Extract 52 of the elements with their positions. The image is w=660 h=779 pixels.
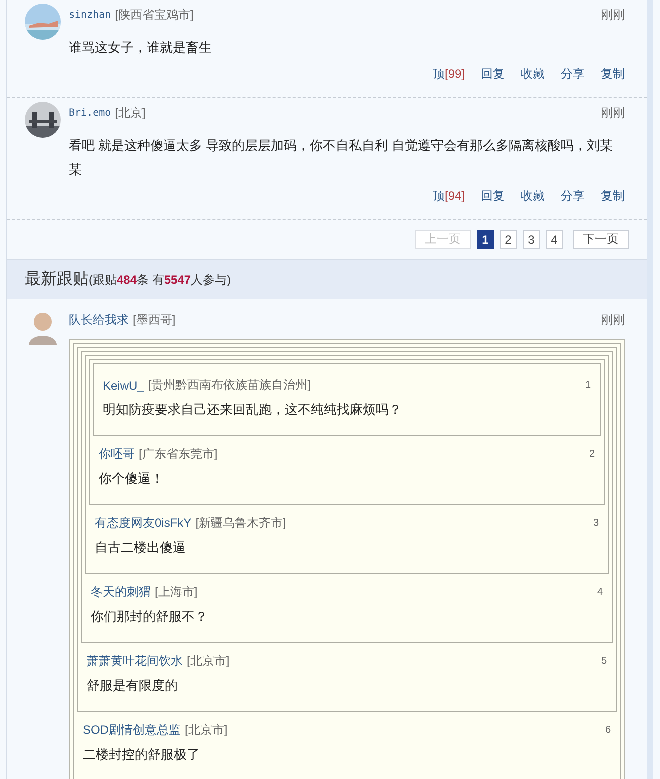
username-link[interactable]: SOD剧情创意总监 xyxy=(83,722,182,739)
username-link[interactable]: sinzhan xyxy=(69,10,112,21)
location-label: [广东省东莞市] xyxy=(139,446,218,463)
action-link[interactable]: 分享 xyxy=(561,66,585,83)
action-link[interactable]: 复制 xyxy=(601,188,625,205)
location-label: [新疆乌鲁木齐市] xyxy=(196,515,286,532)
quote-text: 自古二楼出傻逼 xyxy=(94,539,187,557)
action-link[interactable]: 收藏 xyxy=(521,188,545,205)
quote-text: 二楼封控的舒服极了 xyxy=(82,746,201,764)
upvote-link[interactable]: 顶[99] xyxy=(432,66,465,83)
location-label: [上海市] xyxy=(155,584,198,601)
timestamp: 刚刚 xyxy=(601,312,625,329)
username-link[interactable]: 萧萧黄叶花间饮水 xyxy=(87,653,183,670)
floor-number: 3 xyxy=(593,518,599,529)
comment-text: 谁骂这女子，谁就是畜生 xyxy=(69,39,213,57)
location-label: [墨西哥] xyxy=(133,312,176,329)
username-link[interactable]: 冬天的刺猬 xyxy=(91,584,151,601)
quote-text: 明知防疫要求自己还来回乱跑，这不纯纯找麻烦吗？ xyxy=(102,401,403,419)
timestamp: 刚刚 xyxy=(601,105,625,122)
action-link[interactable]: 分享 xyxy=(561,188,585,205)
next-page-button[interactable]: 下一页 xyxy=(573,230,629,249)
username-link[interactable]: 你呸哥 xyxy=(99,446,135,463)
floor-number: 2 xyxy=(589,449,595,460)
quote-text: 舒服是有限度的 xyxy=(86,677,179,695)
quote-text: 你个傻逼！ xyxy=(98,470,165,488)
page-button[interactable]: 2 xyxy=(500,230,517,249)
page-button[interactable]: 3 xyxy=(523,230,540,249)
quote-text: 你们那封的舒服不？ xyxy=(90,608,209,626)
section-title: 最新跟贴 xyxy=(25,270,89,290)
username-link[interactable]: KeiwU_ xyxy=(103,378,144,392)
location-label: [北京] xyxy=(115,105,146,122)
comment-text: 看吧 就是这种傻逼太多 导致的层层加码，你不自私自利 自觉遵守会有那么多隔离核酸吗，刘某某 xyxy=(69,137,614,179)
location-label: [贵州黔西南布依族苗族自治州] xyxy=(148,377,312,394)
floor-number: 5 xyxy=(601,656,607,667)
section-summary: (跟贴484条 有5547人参与) xyxy=(89,272,232,289)
action-link[interactable]: 回复 xyxy=(481,188,505,205)
timestamp: 刚刚 xyxy=(601,7,625,24)
username-link[interactable]: Bri.emo xyxy=(69,108,112,119)
action-link[interactable]: 收藏 xyxy=(521,66,545,83)
location-label: [北京市] xyxy=(185,722,228,739)
action-link[interactable]: 复制 xyxy=(601,66,625,83)
location-label: [北京市] xyxy=(187,653,230,670)
action-link[interactable]: 回复 xyxy=(481,66,505,83)
username-link[interactable]: 队长给我求 xyxy=(69,312,129,329)
location-label: [陕西省宝鸡市] xyxy=(115,7,194,24)
page-button[interactable]: 1 xyxy=(477,230,494,249)
username-link[interactable]: 有态度网友0isFkY xyxy=(95,515,192,532)
upvote-link[interactable]: 顶[94] xyxy=(432,188,465,205)
page-button[interactable]: 4 xyxy=(546,230,563,249)
floor-number: 4 xyxy=(597,587,603,598)
floor-number: 6 xyxy=(605,725,611,736)
floor-number: 1 xyxy=(585,380,591,391)
